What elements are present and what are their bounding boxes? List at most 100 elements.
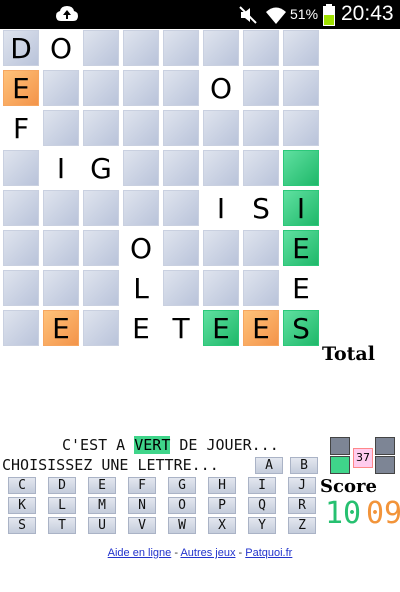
letter-key[interactable]: S [8,517,36,534]
board-cell[interactable] [283,30,319,66]
board-cell[interactable] [123,110,159,146]
board-cell[interactable] [163,270,199,306]
board-cell[interactable] [123,190,159,226]
clock: 20:43 [341,2,394,25]
board-cell[interactable]: F [3,110,39,146]
letter-key[interactable]: E [88,477,116,494]
board-cell[interactable] [203,150,239,186]
board-cell[interactable] [83,270,119,306]
board-cell[interactable] [123,70,159,106]
board-cell[interactable] [243,70,279,106]
board-cell[interactable] [243,110,279,146]
pencil-icon[interactable] [330,437,350,455]
board-cell[interactable]: I [283,190,319,226]
board-cell[interactable]: E [283,270,319,306]
letter-key[interactable]: Q [248,497,276,514]
board-cell[interactable]: S [243,190,279,226]
board-cell[interactable] [3,150,39,186]
board-cell[interactable]: O [203,70,239,106]
letter-key[interactable]: P [208,497,236,514]
board-cell[interactable] [243,150,279,186]
board-cell[interactable] [283,70,319,106]
board-cell[interactable]: L [123,270,159,306]
board-cell[interactable] [203,30,239,66]
board-cell[interactable] [83,310,119,346]
board-cell[interactable] [43,70,79,106]
board-cell[interactable] [123,150,159,186]
board-cell[interactable] [83,30,119,66]
letter-key[interactable]: D [48,477,76,494]
board-cell[interactable]: O [43,30,79,66]
board-cell[interactable]: D [3,30,39,66]
letter-key[interactable]: T [48,517,76,534]
board-cell[interactable] [243,230,279,266]
board-cell[interactable] [43,190,79,226]
tools-icon[interactable] [375,456,395,474]
board-cell[interactable]: E [283,230,319,266]
board-cell[interactable] [123,30,159,66]
board-cell[interactable]: E [203,310,239,346]
board-cell[interactable]: S [283,310,319,346]
cell-letter: O [129,232,153,265]
board-cell[interactable]: E [243,310,279,346]
board-cell[interactable] [83,70,119,106]
board-cell[interactable]: I [203,190,239,226]
board-cell[interactable] [163,150,199,186]
letter-key[interactable]: W [168,517,196,534]
letter-key[interactable]: X [208,517,236,534]
board-cell[interactable] [43,270,79,306]
board-cell[interactable] [163,190,199,226]
board-cell[interactable]: O [123,230,159,266]
letter-key[interactable]: Y [248,517,276,534]
board-cell[interactable]: E [3,70,39,106]
cell-letter: I [56,152,66,185]
board-cell[interactable] [163,30,199,66]
board-cell[interactable]: G [83,150,119,186]
letter-key[interactable]: N [128,497,156,514]
letter-key[interactable]: H [208,477,236,494]
letter-key[interactable]: I [248,477,276,494]
letter-key[interactable]: L [48,497,76,514]
letter-key[interactable]: R [288,497,316,514]
board-cell[interactable] [163,70,199,106]
board-cell[interactable] [3,230,39,266]
letter-key[interactable]: J [288,477,316,494]
board-cell[interactable] [163,110,199,146]
letter-key[interactable]: A [255,457,283,474]
board-cell[interactable] [83,110,119,146]
board-cell[interactable] [43,110,79,146]
board-cell[interactable] [203,270,239,306]
letter-key[interactable]: U [88,517,116,534]
other-games-link[interactable]: Autres jeux [180,547,235,559]
board-cell[interactable] [203,230,239,266]
board-cell[interactable] [3,310,39,346]
board-cell[interactable] [163,230,199,266]
letter-key[interactable]: O [168,497,196,514]
board-cell[interactable] [83,230,119,266]
board-cell[interactable] [203,110,239,146]
help-link[interactable]: Aide en ligne [108,547,172,559]
board-cell[interactable] [283,110,319,146]
board-cell[interactable]: I [43,150,79,186]
board-cell[interactable] [283,150,319,186]
letter-key[interactable]: M [88,497,116,514]
letter-key[interactable]: Z [288,517,316,534]
game-board[interactable]: DOEOFIGISIOELEEETEES [3,30,323,350]
board-cell[interactable]: E [123,310,159,346]
letter-key[interactable]: G [168,477,196,494]
pencil-icon[interactable] [375,437,395,455]
board-cell[interactable]: T [163,310,199,346]
letter-key[interactable]: V [128,517,156,534]
board-cell[interactable]: E [43,310,79,346]
board-cell[interactable] [3,190,39,226]
letter-key[interactable]: C [8,477,36,494]
board-cell[interactable] [243,270,279,306]
board-cell[interactable] [83,190,119,226]
board-cell[interactable] [3,270,39,306]
letter-key[interactable]: K [8,497,36,514]
patquoi-link[interactable]: Patquoi.fr [245,547,292,559]
board-cell[interactable] [243,30,279,66]
board-cell[interactable] [43,230,79,266]
letter-key[interactable]: B [290,457,318,474]
letter-key[interactable]: F [128,477,156,494]
